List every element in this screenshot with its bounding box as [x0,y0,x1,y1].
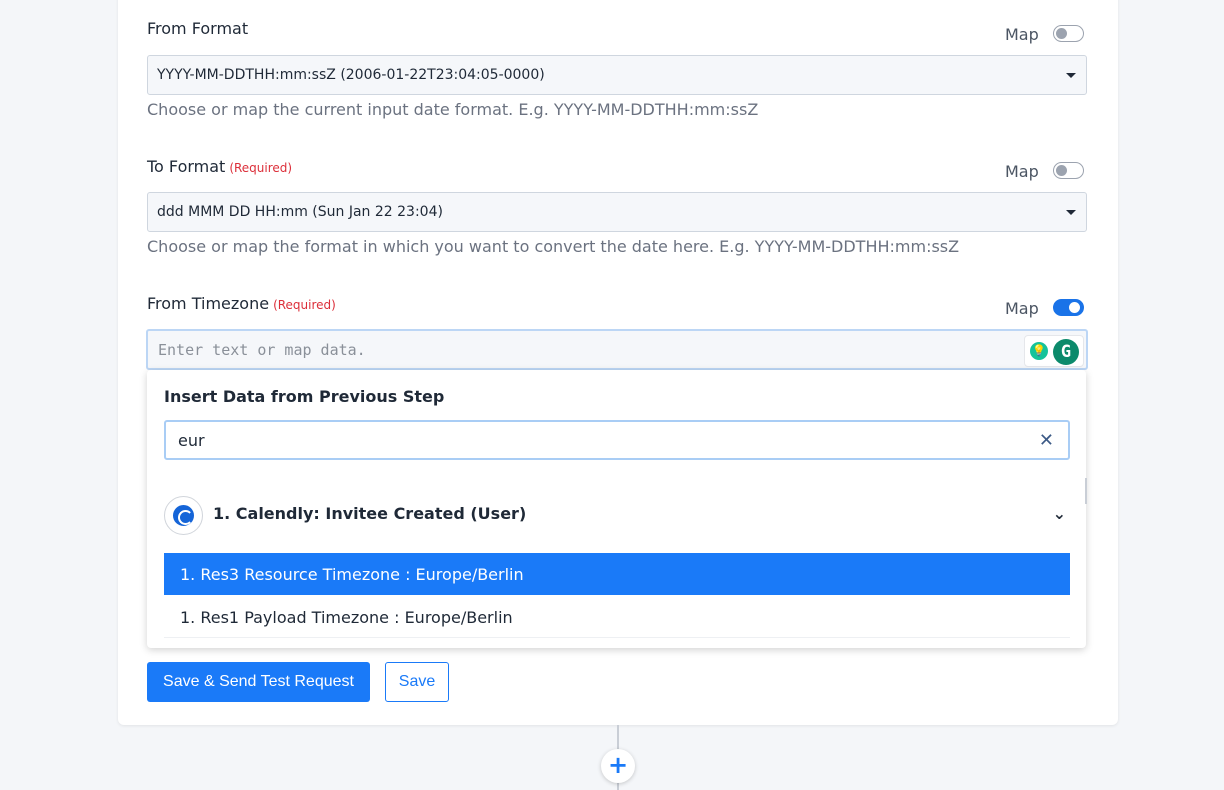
required-marker: (Required) [273,298,336,312]
caret-down-icon [1066,210,1076,215]
grammarly-widget[interactable]: 💡 G [1024,335,1084,367]
clear-icon[interactable]: ✕ [1039,430,1054,451]
toggle-knob [1056,27,1067,39]
to-format-help: Choose or map the format in which you wa… [147,237,960,256]
to-format-map-label: Map [1005,162,1039,181]
to-format-label-text: To Format [147,157,226,176]
from-timezone-label: From Timezone (Required) [147,294,336,313]
step-group-title[interactable]: 1. Calendly: Invitee Created (User) [213,504,526,523]
save-and-send-test-button[interactable]: Save & Send Test Request [147,662,370,702]
grammarly-icon[interactable]: G [1053,339,1079,365]
from-timezone-label-text: From Timezone [147,294,270,313]
insert-data-search-input[interactable]: eur ✕ [164,420,1070,460]
search-value: eur [178,430,205,450]
to-format-label: To Format (Required) [147,157,292,176]
option-res1-timezone[interactable]: 1. Res1 Payload Timezone : Europe/Berlin [164,596,1070,638]
insert-data-title: Insert Data from Previous Step [164,387,445,406]
to-format-selected-value: ddd MMM DD HH:mm (Sun Jan 22 23:04) [157,204,443,220]
caret-down-icon [1066,73,1076,78]
from-format-map-toggle[interactable] [1053,25,1084,42]
from-timezone-map-label: Map [1005,299,1039,318]
chevron-down-icon[interactable]: ⌄ [1053,504,1066,523]
option-label: 1. Res1 Payload Timezone : Europe/Berlin [180,607,513,627]
from-format-label: From Format [147,19,248,38]
to-format-select[interactable]: ddd MMM DD HH:mm (Sun Jan 22 23:04) [147,192,1087,232]
from-timezone-placeholder: Enter text or map data. [158,340,366,359]
insert-data-panel: Insert Data from Previous Step eur ✕ 1. … [147,370,1086,648]
from-format-selected-value: YYYY-MM-DDTHH:mm:ssZ (2006-01-22T23:04:0… [157,67,545,83]
from-timezone-input[interactable]: Enter text or map data. 💡 G [146,329,1088,370]
toggle-knob [1056,164,1067,176]
from-format-label-text: From Format [147,19,249,38]
add-step-button[interactable]: + [601,749,635,783]
option-label: 1. Res3 Resource Timezone : Europe/Berli… [180,564,524,584]
save-button[interactable]: Save [385,662,449,702]
list-divider [164,637,1070,638]
from-timezone-map-toggle[interactable] [1053,299,1084,316]
to-format-map-toggle[interactable] [1053,162,1084,179]
from-format-help: Choose or map the current input date for… [147,100,759,119]
from-format-map-label: Map [1005,25,1039,44]
calendly-logo-icon [173,505,194,526]
lightbulb-icon[interactable]: 💡 [1030,342,1048,360]
from-format-select[interactable]: YYYY-MM-DDTHH:mm:ssZ (2006-01-22T23:04:0… [147,55,1087,95]
toggle-knob [1069,301,1080,313]
option-res3-timezone[interactable]: 1. Res3 Resource Timezone : Europe/Berli… [164,553,1070,595]
calendly-app-icon [164,496,203,535]
required-marker: (Required) [229,161,293,175]
scrollbar-stub [1085,478,1087,504]
